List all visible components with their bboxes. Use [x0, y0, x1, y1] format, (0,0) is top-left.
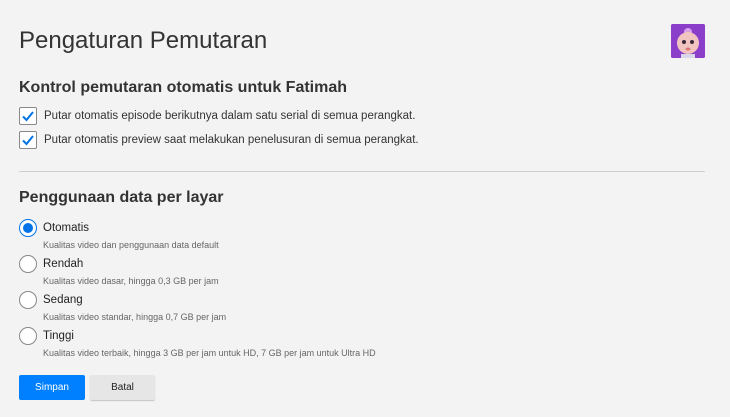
section-divider	[19, 171, 705, 172]
data-usage-desc-low: Kualitas video dasar, hingga 0,3 GB per …	[43, 276, 219, 286]
profile-avatar-icon	[671, 24, 705, 58]
autoplay-next-episode-checkbox[interactable]	[19, 107, 37, 125]
checkmark-icon	[22, 111, 34, 122]
checkmark-icon	[22, 135, 34, 146]
autoplay-next-episode-label: Putar otomatis episode berikutnya dalam …	[44, 110, 416, 122]
data-usage-radio-low[interactable]	[19, 255, 37, 273]
data-usage-option-high[interactable]: Tinggi Kualitas video terbaik, hingga 3 …	[19, 327, 376, 358]
data-usage-desc-high: Kualitas video terbaik, hingga 3 GB per …	[43, 348, 376, 358]
autoplay-preview-checkbox[interactable]	[19, 131, 37, 149]
autoplay-next-episode-option[interactable]: Putar otomatis episode berikutnya dalam …	[19, 107, 415, 125]
data-usage-radio-high[interactable]	[19, 327, 37, 345]
page-title: Pengaturan Pemutaran	[19, 27, 268, 54]
data-usage-label-high: Tinggi	[43, 330, 74, 342]
data-usage-radio-auto[interactable]	[19, 219, 37, 237]
cancel-button[interactable]: Batal	[90, 375, 155, 400]
autoplay-preview-label: Putar otomatis preview saat melakukan pe…	[44, 134, 419, 146]
data-usage-heading: Penggunaan data per layar	[19, 189, 224, 206]
save-button[interactable]: Simpan	[19, 375, 85, 400]
profile-avatar[interactable]	[671, 24, 705, 58]
data-usage-option-medium[interactable]: Sedang Kualitas video standar, hingga 0,…	[19, 291, 226, 322]
data-usage-desc-auto: Kualitas video dan penggunaan data defau…	[43, 240, 219, 250]
data-usage-option-auto[interactable]: Otomatis Kualitas video dan penggunaan d…	[19, 219, 219, 250]
data-usage-label-medium: Sedang	[43, 294, 83, 306]
data-usage-label-auto: Otomatis	[43, 222, 90, 234]
autoplay-heading: Kontrol pemutaran otomatis untuk Fatimah	[19, 79, 348, 96]
data-usage-desc-medium: Kualitas video standar, hingga 0,7 GB pe…	[43, 312, 227, 322]
autoplay-preview-option[interactable]: Putar otomatis preview saat melakukan pe…	[19, 131, 419, 149]
data-usage-label-low: Rendah	[43, 258, 84, 270]
data-usage-option-low[interactable]: Rendah Kualitas video dasar, hingga 0,3 …	[19, 255, 219, 286]
data-usage-radio-medium[interactable]	[19, 291, 37, 309]
